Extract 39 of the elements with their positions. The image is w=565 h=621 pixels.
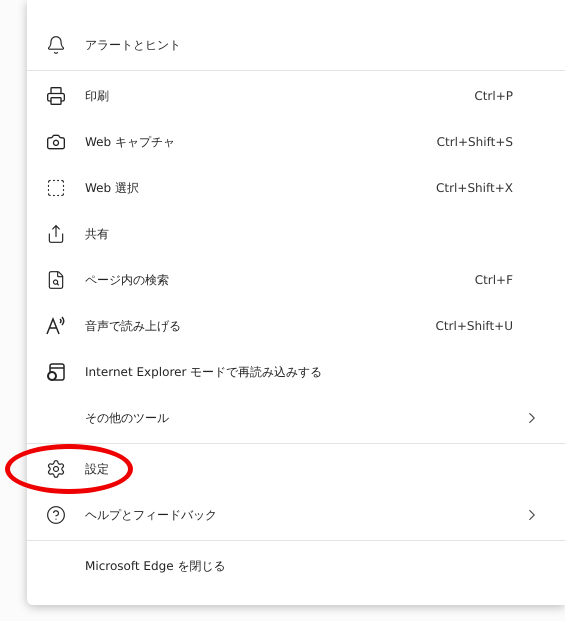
menu-item-label: 印刷 [85, 88, 109, 104]
menu-item-label: アラートとヒント [85, 36, 181, 54]
help-icon [46, 505, 66, 525]
menu-item[interactable]: 設定 [27, 446, 565, 492]
shortcut-label: Ctrl+F [474, 273, 513, 287]
menu-item[interactable]: Web キャプチャ Ctrl+Shift+S [27, 119, 565, 165]
menu-item-label: その他のツール [85, 410, 169, 426]
menu-item[interactable]: 共有 [27, 211, 565, 257]
menu-item[interactable]: ページ内の検索 Ctrl+F [27, 257, 565, 303]
menu-item[interactable]: Web 選択 Ctrl+Shift+X [27, 165, 565, 211]
printer-icon [46, 86, 66, 106]
bell-icon [46, 35, 66, 55]
shortcut-label: Ctrl+P [474, 89, 513, 103]
menu-item[interactable]: ヘルプとフィードバック [27, 492, 565, 538]
shortcut-label: Ctrl+Shift+U [435, 319, 513, 333]
menu-item[interactable]: 音声で読み上げる Ctrl+Shift+U [27, 303, 565, 349]
menu-item-label: Microsoft Edge を閉じる [85, 558, 226, 574]
browser-window-icon [46, 362, 66, 382]
menu-item-label: 設定 [85, 460, 109, 478]
menu-item-label: 共有 [85, 226, 109, 242]
shortcut-label: Ctrl+Shift+S [436, 135, 513, 149]
dashed-square-icon [46, 178, 66, 198]
menu-item[interactable]: Internet Explorer モードで再読み込みする [27, 349, 565, 395]
find-icon [46, 270, 66, 290]
shortcut-label: Ctrl+Shift+X [436, 181, 513, 195]
camera-icon [46, 132, 66, 152]
menu-item[interactable]: その他のツール [27, 395, 565, 441]
menu-item[interactable]: アラートとヒント [27, 22, 565, 68]
read-aloud-icon [45, 316, 67, 336]
menu-item[interactable]: 印刷 Ctrl+P [27, 73, 565, 119]
menu-item[interactable]: Microsoft Edge を閉じる [27, 543, 565, 589]
menu-item-label: Web キャプチャ [85, 134, 175, 150]
share-icon [46, 224, 66, 244]
menu-item-label: Web 選択 [85, 180, 139, 196]
settings-icon [46, 459, 66, 479]
menu-item-label: Internet Explorer モードで再読み込みする [85, 364, 322, 380]
menu-item-label: 音声で読み上げる [85, 318, 181, 334]
menu-item-label: ページ内の検索 [85, 272, 169, 288]
menu-item-label: ヘルプとフィードバック [85, 506, 217, 524]
